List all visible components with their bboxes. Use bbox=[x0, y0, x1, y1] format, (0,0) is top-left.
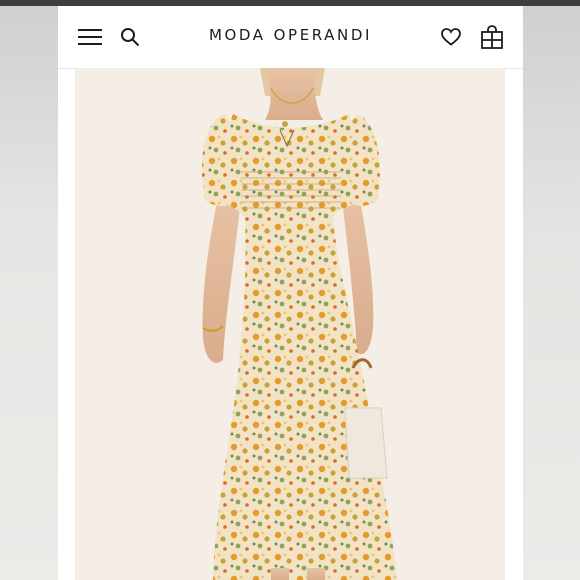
left-backdrop bbox=[0, 0, 58, 580]
brand-word-moda: MODA bbox=[208, 26, 266, 44]
app-panel: MODA OPERANDI bbox=[58, 6, 523, 580]
heart-icon[interactable] bbox=[436, 22, 466, 52]
brand-word-operandi: OPERANDI bbox=[273, 26, 373, 44]
site-header: MODA OPERANDI bbox=[58, 6, 523, 69]
shopping-bag-icon[interactable] bbox=[477, 22, 507, 52]
right-backdrop bbox=[523, 0, 580, 580]
product-image[interactable] bbox=[75, 68, 505, 580]
